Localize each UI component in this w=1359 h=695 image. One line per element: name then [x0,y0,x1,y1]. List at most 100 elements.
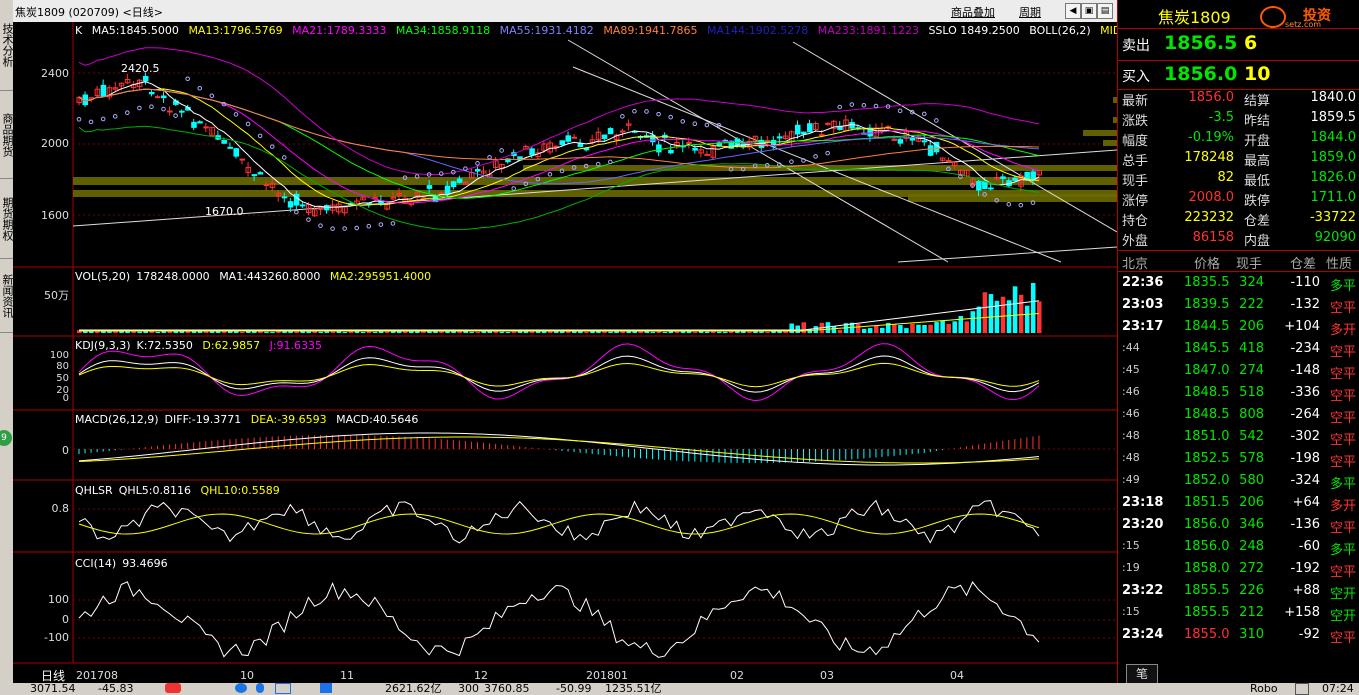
tick-row[interactable]: :48 1851.0 542 -302 空平 [1118,426,1359,448]
tick-row[interactable]: :48 1852.5 578 -198 空平 [1118,448,1359,470]
candle [281,196,288,199]
ma55-label: MA55:1931.4182 [499,24,594,37]
x-tick: 12 [474,669,488,682]
tick-row[interactable]: :15 1855.5 212 +158 空开 [1118,602,1359,624]
emoji-icon[interactable] [235,683,247,693]
quote-key-2: 昨结 [1244,114,1271,129]
tick-row[interactable]: 23:24 1855.0 310 -92 空平 [1118,624,1359,646]
tick-volume: 808 [1239,407,1264,422]
chart-canvas [13,22,1117,664]
macd-diff: DIFF:-19.3771 [164,413,242,426]
quote-panel: 焦炭1809 投资 setz.com 卖出 1856.5 6 买入 1856.0… [1117,0,1359,684]
tick-nature: 空开 [1329,587,1356,602]
tick-row[interactable]: 23:18 1851.5 206 +64 多开 [1118,492,1359,514]
volume-bar [1030,283,1036,333]
chart-area[interactable]: K MA5:1845.5000 MA13:1796.5769 MA21:1789… [13,22,1153,683]
cci-indicator-bar: CCI(14) 93.4696 [75,557,174,570]
tab-futures-options[interactable]: 期货期权 [0,180,14,259]
qhlsr-label: QHLSR [75,484,113,497]
overlay-link[interactable]: 商品叠加 [951,4,995,20]
tick-row[interactable]: 23:20 1856.0 346 -136 空平 [1118,514,1359,536]
index-value-2: 3760.85 [484,682,530,695]
ma21-label: MA21:1789.3333 [292,24,387,37]
candle [849,122,855,129]
tick-row[interactable]: :19 1858.0 272 -192 空平 [1118,558,1359,580]
zoom-in-icon[interactable]: ▣ [1081,3,1097,19]
kdj-j: J:91.6335 [269,339,323,352]
tick-row[interactable]: :46 1848.5 518 -336 空平 [1118,382,1359,404]
zoom-out-icon[interactable]: ▤ [1097,3,1113,19]
tick-time: 23:22 [1122,583,1164,598]
tab-news[interactable]: 新闻资讯 [0,260,14,333]
tick-row[interactable]: 23:03 1839.5 222 -132 空平 [1118,294,1359,316]
tick-row[interactable]: 22:36 1835.5 324 -110 多平 [1118,272,1359,294]
keyboard-icon[interactable] [275,683,291,694]
settings-icon[interactable] [1295,683,1309,695]
tick-volume: 206 [1239,319,1264,334]
tick-oi-change: +64 [1292,495,1320,510]
period-link[interactable]: 周期 [1019,4,1041,20]
volume-bar [837,329,843,333]
tick-col-price: 价格 [1194,257,1221,272]
macd-dea-line [78,436,1039,464]
tick-row[interactable]: 23:17 1844.5 206 +104 多开 [1118,316,1359,338]
volume-bar [861,328,867,333]
microphone-icon[interactable] [256,683,264,693]
quote-row: 涨停 2008.0 跌停 1711.0 [1118,190,1359,210]
x-tick: 11 [340,669,354,682]
tick-time: :44 [1122,341,1140,354]
volume-bar [982,292,988,333]
tick-price: 1855.5 [1184,605,1230,620]
macd-value: MACD:40.5646 [336,413,419,426]
vol-ma1: MA1:443260.8000 [219,270,321,283]
price-axis-2000: 2000 [41,137,69,150]
tick-time: :46 [1122,385,1140,398]
volume-bar [511,331,517,333]
candle [1000,176,1006,179]
candle [571,136,578,139]
tick-oi-change: -192 [1290,561,1320,576]
candle [656,144,662,153]
tick-col-time: 北京 [1122,257,1149,272]
quote-header: 焦炭1809 投资 setz.com [1118,0,1359,29]
robo-label[interactable]: Robo [1250,683,1278,695]
tick-row[interactable]: :45 1847.0 274 -148 空平 [1118,360,1359,382]
tick-time: 23:24 [1122,627,1164,642]
volume-bar [704,331,710,333]
volume-bar [964,321,970,333]
sar-dot [306,217,311,222]
prev-icon[interactable]: ◀ [1065,3,1081,19]
tick-row[interactable]: :49 1852.0 580 -324 多平 [1118,470,1359,492]
tab-commodity-futures[interactable]: 商品期货 [0,92,14,179]
notification-badge[interactable]: 9 [0,430,12,446]
macd-label: MACD(26,12,9) [75,413,159,426]
candle [221,140,227,144]
sar-dot [934,118,939,123]
tab-ticks[interactable]: 笔 [1126,664,1158,684]
sar-dot [656,111,661,117]
tab-technical-analysis[interactable]: 技术分析 [0,0,14,91]
candle [909,137,916,141]
sar-dot [149,104,154,110]
tick-price: 1855.5 [1184,583,1230,598]
tick-row[interactable]: :46 1848.5 808 -264 空平 [1118,404,1359,426]
kdj-label: KDJ(9,3,3) [75,339,131,352]
candle [988,187,994,190]
cci-axis-neg100: -100 [44,631,69,644]
volume-bar [928,324,933,333]
sar-dot [76,116,82,122]
tick-row[interactable]: :44 1845.5 418 -234 空平 [1118,338,1359,360]
tick-nature: 空平 [1329,631,1356,646]
input-method-icon[interactable] [165,683,181,693]
tick-row[interactable]: 23:22 1855.5 226 +88 空开 [1118,580,1359,602]
vol-axis: 50万 [44,289,69,302]
tick-time: 22:36 [1122,275,1164,290]
volume-bar [958,315,964,333]
tick-oi-change: -264 [1290,407,1320,422]
volume-bar [427,331,432,333]
candle [474,169,481,172]
tick-row[interactable]: :15 1856.0 248 -60 多平 [1118,536,1359,558]
tick-price: 1851.0 [1184,429,1230,444]
shirt-icon[interactable] [320,683,332,693]
candle [607,128,614,135]
